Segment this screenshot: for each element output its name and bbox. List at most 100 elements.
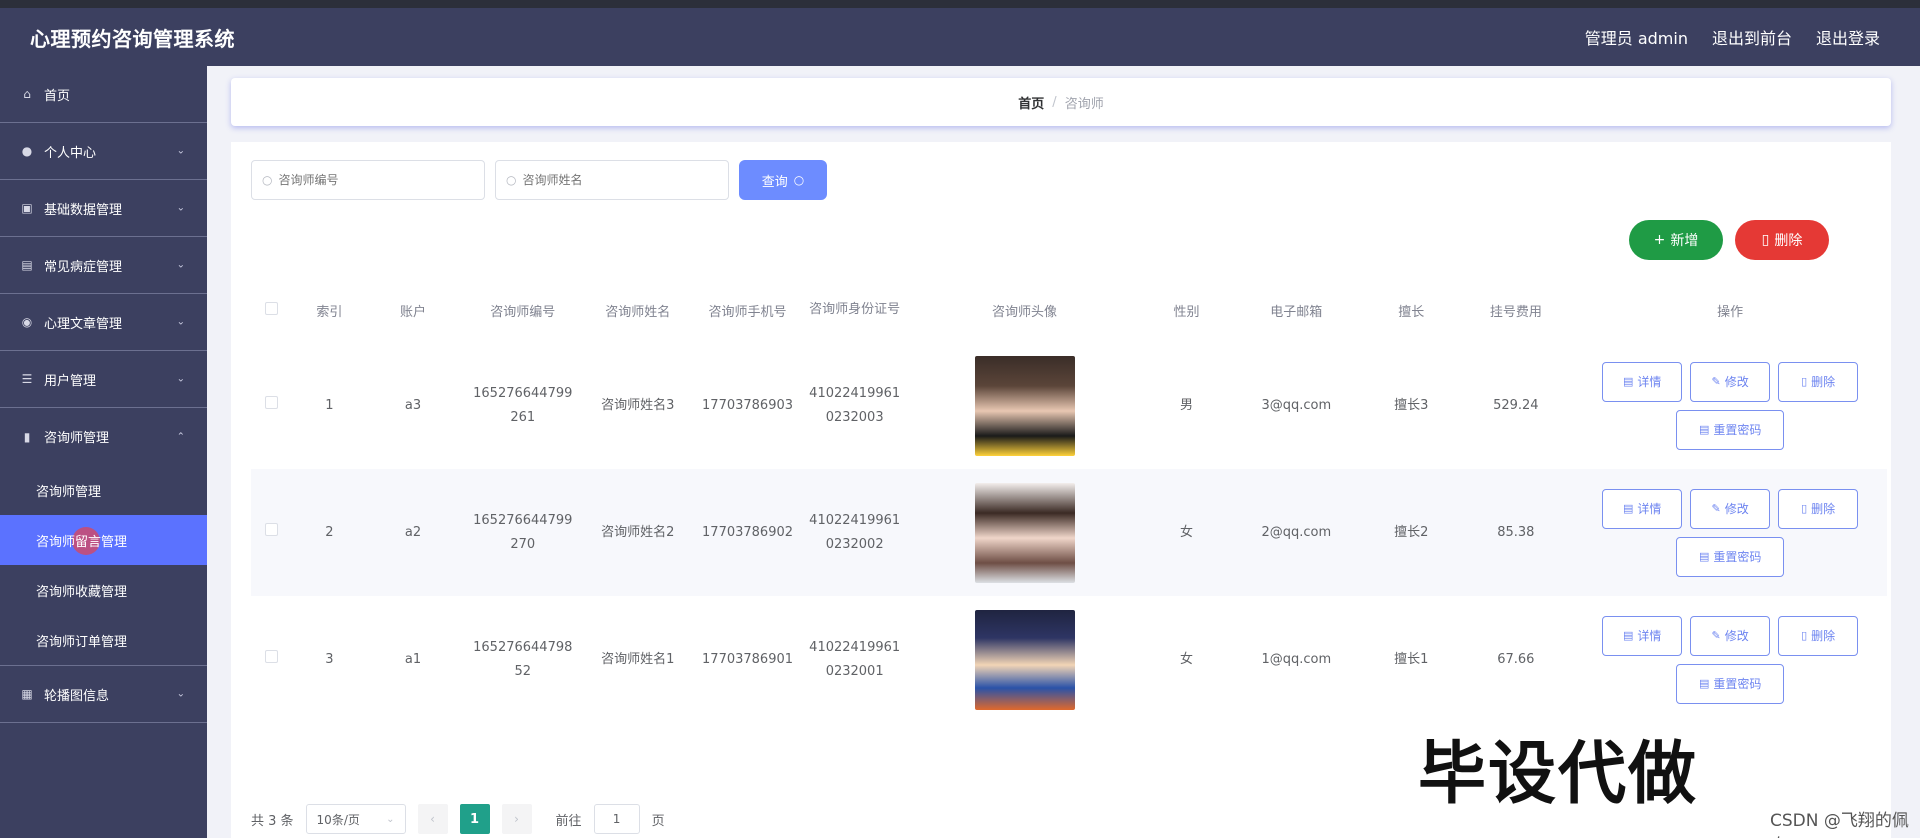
search-row: ○ ○ 查询 ○ [251,160,827,200]
search-icon: ○ [506,173,517,187]
sidebar-item-label: 个人中心 [44,145,97,161]
sidebar-item-counselors[interactable]: ▮ 咨询师管理 ⌃ [0,408,207,465]
submenu-item-label: 咨询师订单管理 [36,634,128,650]
detail-button[interactable]: ▤ 详情 [1602,615,1683,656]
edit-button[interactable]: ✎ 修改 [1690,615,1771,656]
submenu-item-counselor[interactable]: 咨询师管理 [0,465,207,515]
document-icon: ▤ [1698,422,1710,436]
col-idcard: 咨询师身份证号 [809,302,901,317]
home-icon: ⌂ [23,87,31,101]
batch-delete-button[interactable]: ▯ 删除 [1735,220,1829,260]
table-row: 2 a2 165276644799270 咨询师姓名2 17703786902 … [251,469,1887,596]
sidebar-item-label: 用户管理 [44,373,97,389]
counselor-name-input[interactable] [522,173,723,187]
cell-code: 165276644799261 [473,385,573,425]
sidebar-item-home[interactable]: ⌂ 首页 [0,66,207,123]
back-to-front-link[interactable]: 退出到前台 [1712,25,1792,49]
row-checkbox[interactable] [265,522,279,536]
table-row: 3 a1 16527664479852 咨询师姓名1 17703786901 4… [251,596,1887,723]
reset-password-button[interactable]: ▤ 重置密码 [1676,536,1785,577]
cell-gender: 女 [1144,469,1229,596]
edit-button[interactable]: ✎ 修改 [1690,361,1771,402]
select-all-cell [251,278,293,342]
chevron-left-icon: ‹ [430,812,435,826]
query-button-label: 查询 [761,174,788,190]
trash-icon: ▯ [1801,374,1808,388]
sidebar-item-basic-data[interactable]: ▣ 基础数据管理 ⌄ [0,180,207,237]
page-number-current[interactable]: 1 [459,804,490,834]
delete-button[interactable]: ▯ 删除 [1778,488,1859,529]
search-icon: ○ [793,173,805,187]
database-icon: ▣ [21,201,33,215]
page-size-value: 10条/页 [316,812,360,827]
sidebar-item-users[interactable]: ☰ 用户管理 ⌄ [0,351,207,408]
cell-index: 1 [325,397,334,413]
submenu-item-counselor-favorites[interactable]: 咨询师收藏管理 [0,565,207,615]
counselor-submenu: 咨询师管理 咨询师留言管理 咨询师收藏管理 咨询师订单管理 [0,465,207,666]
admin-label[interactable]: 管理员 admin [1585,25,1688,49]
submenu-item-counselor-messages[interactable]: 咨询师留言管理 [0,515,207,565]
submenu-item-counselor-orders[interactable]: 咨询师订单管理 [0,615,207,665]
edit-button[interactable]: ✎ 修改 [1690,488,1771,529]
cell-gender: 女 [1180,651,1194,667]
counselor-code-input[interactable] [278,173,479,187]
sidebar-item-carousel[interactable]: ▦ 轮播图信息 ⌄ [0,666,207,723]
cell-fee: 85.38 [1458,469,1574,596]
cell-avatar [904,596,1144,723]
pencil-icon: ✎ [1711,628,1721,642]
pagination: 共 3 条 10条/页 ⌄ ‹ 1 › 前往 页 [251,804,665,834]
watermark-overlay: 毕设代做 [1418,735,1699,814]
cell-specialty: 擅长2 [1364,469,1459,596]
row-checkbox[interactable] [265,649,279,663]
sidebar-item-personal-center[interactable]: ● 个人中心 ⌄ [0,123,207,180]
sidebar-item-articles[interactable]: ◉ 心理文章管理 ⌄ [0,294,207,351]
edit-label: 修改 [1724,374,1749,389]
row-checkbox[interactable] [265,395,279,409]
document-icon: ▤ [1622,374,1634,388]
avatar [974,355,1075,456]
cell-operations: ▤ 详情 ✎ 修改 ▯ 删除 ▤ 重置密码 [1573,469,1887,596]
logout-link[interactable]: 退出登录 [1816,25,1880,49]
delete-button[interactable]: ▯ 删除 [1778,361,1859,402]
delete-button-label: 删除 [1774,233,1803,249]
counselor-name-search[interactable]: ○ [495,160,729,200]
breadcrumb-home[interactable]: 首页 [1018,93,1044,112]
detail-button[interactable]: ▤ 详情 [1602,361,1683,402]
cell-specialty: 擅长1 [1394,651,1429,667]
cell-avatar [904,342,1144,469]
counselor-code-search[interactable]: ○ [251,160,485,200]
col-specialty: 擅长 [1398,304,1425,320]
reset-password-label: 重置密码 [1713,422,1762,437]
pagination-total: 共 3 条 [251,813,294,829]
row-operations: ▤ 详情 ✎ 修改 ▯ 删除 ▤ 重置密码 [1600,361,1860,450]
col-fee: 挂号费用 [1489,304,1542,320]
breadcrumb: 首页 / 咨询师 [231,78,1891,126]
query-button[interactable]: 查询 ○ [739,160,827,200]
delete-label: 删除 [1811,501,1836,516]
cell-name: 咨询师姓名1 [601,651,675,667]
breadcrumb-separator: / [1052,94,1057,110]
col-code: 咨询师编号 [490,304,556,320]
page-size-select[interactable]: 10条/页 ⌄ [305,804,406,834]
cell-index: 3 [325,651,334,667]
reset-password-button[interactable]: ▤ 重置密码 [1676,663,1785,704]
bar-chart-icon: ▮ [23,429,31,444]
chevron-right-icon: › [514,812,519,826]
add-button[interactable]: + 新增 [1629,220,1723,260]
prev-page-button[interactable]: ‹ [417,804,448,834]
detail-button[interactable]: ▤ 详情 [1602,488,1683,529]
goto-page-input[interactable] [593,804,640,834]
app-title: 心理预约咨询管理系统 [30,26,235,51]
select-all-checkbox[interactable] [265,301,279,315]
reset-password-button[interactable]: ▤ 重置密码 [1676,409,1785,450]
cell-phone: 17703786902 [690,469,806,596]
goto-prefix: 前往 [555,813,582,829]
pencil-icon: ✎ [1711,374,1721,388]
sidebar-item-symptoms[interactable]: ▤ 常见病症管理 ⌄ [0,237,207,294]
next-page-button[interactable]: › [501,804,532,834]
delete-button[interactable]: ▯ 删除 [1778,615,1859,656]
detail-label: 详情 [1637,628,1662,643]
cell-specialty: 擅长3 [1394,397,1429,413]
cell-avatar [904,469,1145,596]
clipboard-icon: ▤ [21,258,33,272]
